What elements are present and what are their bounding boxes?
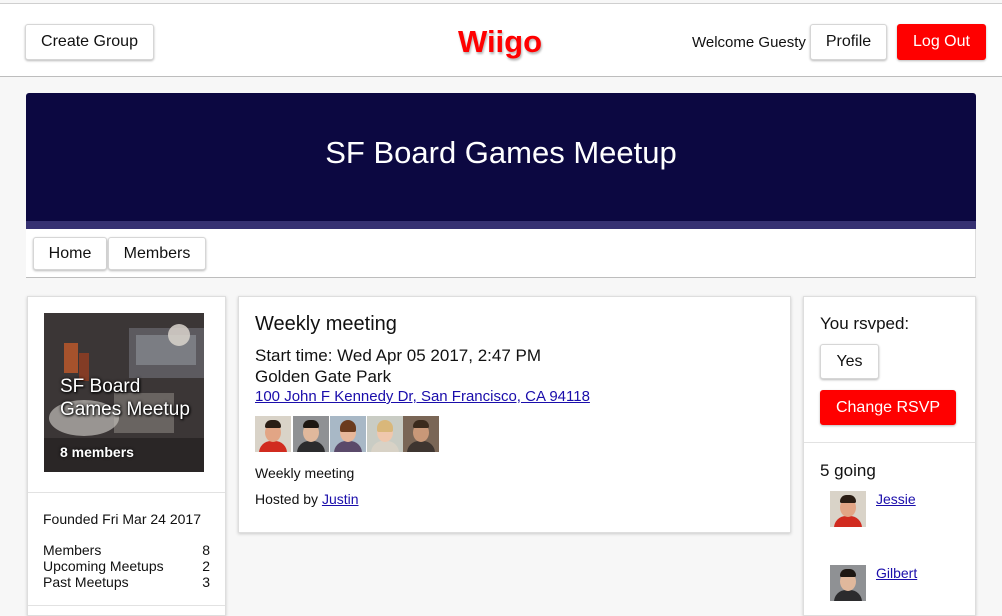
card-divider [28, 492, 225, 493]
top-navbar: Create Group Wiigo Welcome Guesty Profil… [0, 4, 1002, 77]
hosted-by-label: Hosted by [255, 491, 319, 507]
brand-logo[interactable]: Wiigo [430, 24, 570, 60]
event-description: Weekly meeting [255, 465, 355, 481]
card-divider [28, 605, 225, 606]
profile-button[interactable]: Profile [810, 24, 887, 60]
founded-date: Founded Fri Mar 24 2017 [43, 511, 201, 527]
group-banner: SF Board Games Meetup [26, 93, 976, 221]
create-group-button[interactable]: Create Group [25, 24, 154, 60]
logout-button[interactable]: Log Out [897, 24, 986, 60]
event-host: Hosted by Justin [255, 491, 359, 507]
group-title: SF Board Games Meetup [325, 135, 677, 170]
rsvp-yes-button[interactable]: Yes [820, 344, 879, 379]
attendee-link-gilbert[interactable]: Gilbert [876, 565, 917, 581]
stat-past-label: Past Meetups [43, 574, 129, 590]
group-image[interactable]: SF Board Games Meetup 8 members [44, 313, 204, 472]
group-tab-bar: Home Members [26, 229, 976, 278]
attendee-avatar-icon[interactable] [830, 491, 866, 527]
group-info-card: SF Board Games Meetup 8 members Founded … [27, 296, 226, 616]
tab-home[interactable]: Home [33, 237, 107, 270]
group-image-name: SF Board Games Meetup [60, 376, 190, 420]
attendee-avatar-icon[interactable] [330, 416, 366, 452]
group-member-count: 8 members [60, 444, 134, 460]
stat-upcoming-label: Upcoming Meetups [43, 558, 164, 574]
stat-members-label: Members [43, 542, 102, 558]
host-link[interactable]: Justin [322, 491, 359, 507]
tab-members[interactable]: Members [108, 237, 206, 270]
rsvp-heading: You rsvped: [820, 314, 910, 333]
event-start-time: Start time: Wed Apr 05 2017, 2:47 PM [255, 346, 542, 365]
event-card: Weekly meeting Start time: Wed Apr 05 20… [238, 296, 791, 533]
attendee-avatar-icon[interactable] [367, 416, 403, 452]
attendee-avatar-icon[interactable] [255, 416, 291, 452]
event-title: Weekly meeting [255, 313, 397, 335]
attendee-link-jessie[interactable]: Jessie [876, 491, 916, 507]
stat-past-value: 3 [202, 574, 210, 590]
rsvp-card: You rsvped: Yes Change RSVP 5 going Jess… [803, 296, 976, 616]
attendee-avatar-icon[interactable] [293, 416, 329, 452]
welcome-text: Welcome Guesty [692, 34, 806, 51]
change-rsvp-button[interactable]: Change RSVP [820, 390, 956, 425]
event-location: Golden Gate Park [255, 367, 392, 386]
going-count: 5 going [820, 461, 876, 480]
banner-accent-strip [26, 221, 976, 229]
attendee-avatar-icon[interactable] [830, 565, 866, 601]
attendee-avatar-icon[interactable] [403, 416, 439, 452]
stat-upcoming-value: 2 [202, 558, 210, 574]
event-address-link[interactable]: 100 John F Kennedy Dr, San Francisco, CA… [255, 388, 590, 405]
card-divider [804, 442, 975, 443]
stat-members-value: 8 [202, 542, 210, 558]
